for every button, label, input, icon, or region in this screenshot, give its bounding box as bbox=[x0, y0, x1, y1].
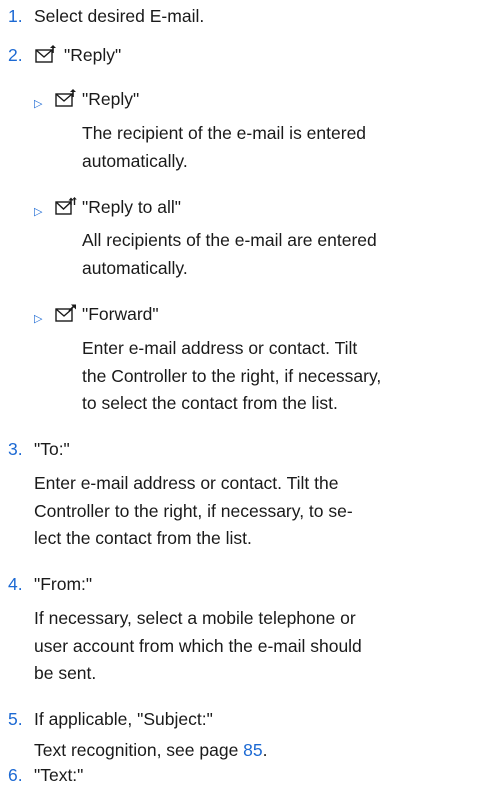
suboption-reply-all: ▷ "Reply to all" bbox=[0, 196, 485, 218]
desc-line: to select the contact from the list. bbox=[82, 393, 338, 413]
step-text: "Text:" bbox=[34, 765, 84, 785]
reply-mail-icon bbox=[35, 45, 57, 63]
desc-line: automatically. bbox=[82, 150, 188, 171]
page-link[interactable]: 85 bbox=[243, 740, 262, 760]
instruction-page: 1. Select desired E-mail. 2. "Reply" ▷ " bbox=[0, 0, 485, 786]
desc-line: the Controller to the right, if necessar… bbox=[82, 365, 382, 386]
suboption-description: All recipients of the e-mail are entered… bbox=[82, 227, 377, 282]
step-number: 1. bbox=[8, 6, 23, 26]
step-text: "From:" bbox=[34, 574, 93, 594]
step-description: If necessary, select a mobile telephone … bbox=[34, 605, 362, 688]
triangle-bullet-icon: ▷ bbox=[34, 313, 43, 325]
step-description: Text recognition, see page 85. bbox=[34, 737, 268, 765]
step-text: Select desired E-mail. bbox=[34, 6, 205, 26]
triangle-bullet-icon: ▷ bbox=[34, 206, 43, 218]
triangle-bullet-icon: ▷ bbox=[34, 98, 43, 110]
suboption-label: "Reply to all" bbox=[82, 197, 181, 217]
desc-line: be sent. bbox=[34, 663, 97, 683]
step-description: Enter e-mail address or contact. Tilt th… bbox=[34, 470, 353, 553]
desc-line: automatically. bbox=[82, 257, 188, 278]
step-number: 4. bbox=[8, 574, 23, 594]
suboption-forward: ▷ "Forward" bbox=[0, 303, 485, 325]
desc-line: The recipient of the e-mail is entered bbox=[82, 123, 367, 143]
desc-line: lect the contact from the list. bbox=[34, 528, 252, 548]
desc-line: If necessary, select a mobile telephone … bbox=[34, 608, 356, 628]
desc-text: Text recognition, see page bbox=[34, 740, 244, 760]
step-text: If applicable, "Subject:" bbox=[34, 709, 213, 729]
step-text: "To:" bbox=[34, 439, 70, 459]
desc-line: user account from which the e-mail shoul… bbox=[34, 635, 362, 656]
reply-mail-icon bbox=[55, 89, 77, 107]
reply-all-mail-icon bbox=[55, 197, 77, 215]
step-2: 2. "Reply" bbox=[0, 44, 485, 66]
step-text: "Reply" bbox=[64, 45, 122, 65]
forward-mail-icon bbox=[55, 304, 77, 322]
desc-line: Enter e-mail address or contact. Tilt th… bbox=[34, 473, 339, 493]
suboption-description: Enter e-mail address or contact. Tilt th… bbox=[82, 335, 381, 418]
desc-line: Enter e-mail address or contact. Tilt bbox=[82, 338, 358, 358]
suboption-description: The recipient of the e-mail is entered a… bbox=[82, 120, 366, 175]
desc-line: All recipients of the e-mail are entered bbox=[82, 230, 377, 250]
suboption-label: "Forward" bbox=[82, 304, 159, 324]
suboption-reply: ▷ "Reply" bbox=[0, 88, 485, 110]
step-number: 5. bbox=[8, 709, 23, 729]
step-number: 3. bbox=[8, 439, 23, 459]
step-number: 2. bbox=[8, 45, 23, 65]
step-number: 6. bbox=[8, 765, 23, 785]
desc-text: . bbox=[262, 740, 268, 760]
suboption-label: "Reply" bbox=[82, 89, 140, 109]
desc-line: Controller to the right, if necessary, t… bbox=[34, 500, 353, 521]
